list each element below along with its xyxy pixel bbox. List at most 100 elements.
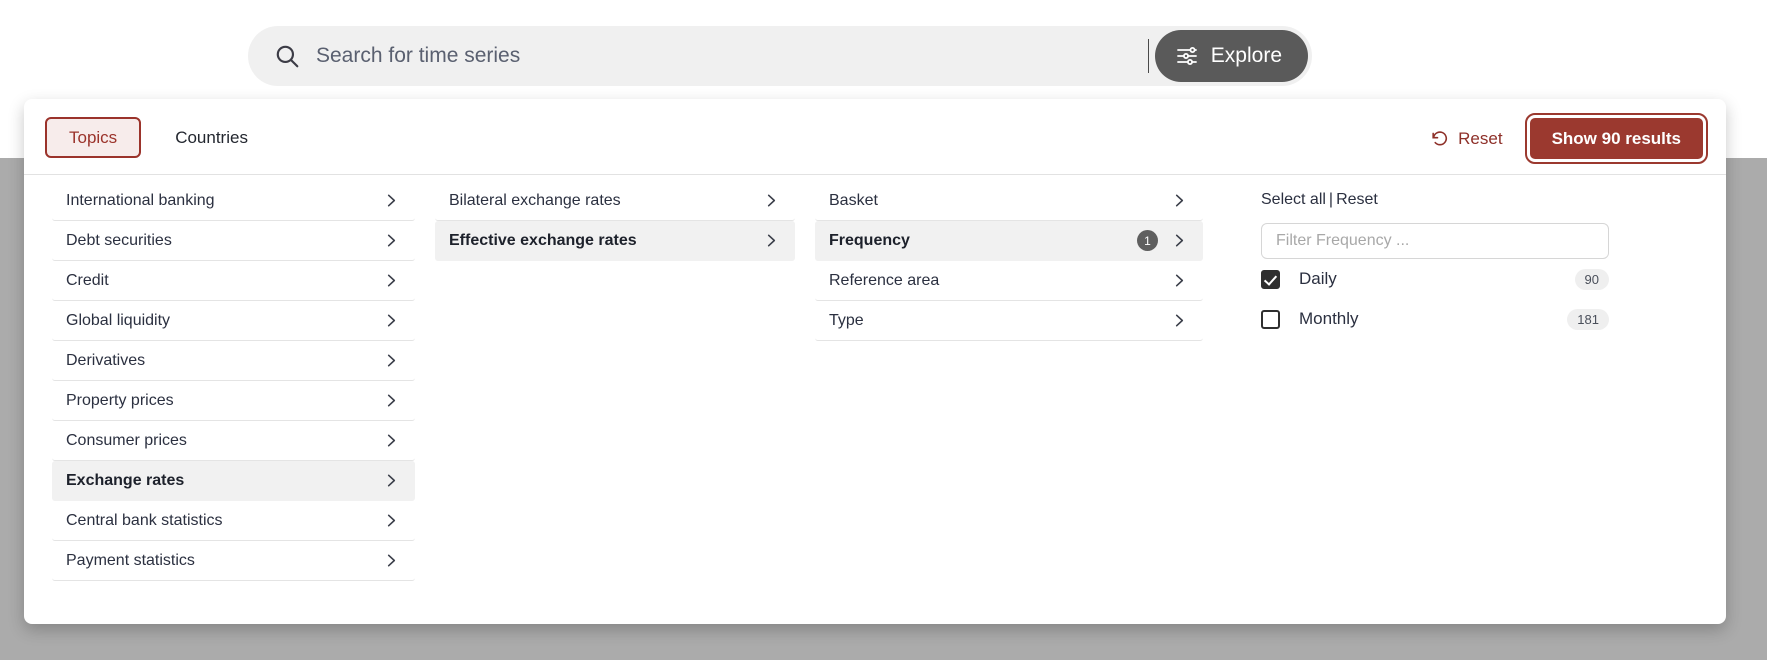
item-right bbox=[384, 393, 399, 408]
select-all-link[interactable]: Select all bbox=[1261, 191, 1326, 208]
item-label: Payment statistics bbox=[66, 551, 195, 569]
chevron-right-icon bbox=[384, 393, 399, 408]
subtopic-effective-exchange-rates[interactable]: Effective exchange rates bbox=[435, 221, 795, 261]
item-right bbox=[1172, 273, 1187, 288]
chevron-right-icon bbox=[384, 233, 399, 248]
item-label: Debt securities bbox=[66, 231, 172, 249]
item-label: Frequency bbox=[829, 231, 910, 249]
topic-property-prices[interactable]: Property prices bbox=[52, 381, 415, 421]
facet-values-column: Select all|Reset Daily 90 Monthly 181 bbox=[1209, 181, 1649, 581]
facet-option-label: Monthly bbox=[1299, 309, 1359, 328]
reset-button-label: Reset bbox=[1458, 128, 1503, 148]
topic-exchange-rates[interactable]: Exchange rates bbox=[52, 461, 415, 501]
topic-global-liquidity[interactable]: Global liquidity bbox=[52, 301, 415, 341]
sliders-icon bbox=[1175, 44, 1199, 68]
item-label: Exchange rates bbox=[66, 471, 185, 489]
facet-option-daily[interactable]: Daily 90 bbox=[1261, 259, 1609, 299]
facet-filter-input[interactable] bbox=[1261, 223, 1609, 259]
item-right bbox=[384, 513, 399, 528]
tab-topics[interactable]: Topics bbox=[45, 117, 142, 158]
chevron-right-icon bbox=[1172, 273, 1187, 288]
item-label: Type bbox=[829, 311, 864, 329]
item-label: Consumer prices bbox=[66, 431, 187, 449]
topic-payment-statistics[interactable]: Payment statistics bbox=[52, 541, 415, 581]
checkbox-unchecked-icon[interactable] bbox=[1261, 309, 1280, 329]
dimension-basket[interactable]: Basket bbox=[815, 181, 1203, 221]
item-label: Bilateral exchange rates bbox=[449, 191, 621, 209]
topic-credit[interactable]: Credit bbox=[52, 261, 415, 301]
item-label: Effective exchange rates bbox=[449, 231, 637, 249]
tab-countries[interactable]: Countries bbox=[151, 117, 272, 158]
chevron-right-icon bbox=[1172, 313, 1187, 328]
topics-column: International banking Debt securities Cr… bbox=[24, 181, 421, 581]
facet-separator: | bbox=[1328, 191, 1334, 208]
chevron-right-icon bbox=[384, 433, 399, 448]
chevron-right-icon bbox=[384, 353, 399, 368]
facet-columns: International banking Debt securities Cr… bbox=[24, 175, 1726, 581]
panel-header: Topics Countries Reset Show 90 results bbox=[24, 99, 1726, 175]
chevron-right-icon bbox=[764, 233, 779, 248]
topic-derivatives[interactable]: Derivatives bbox=[52, 341, 415, 381]
facet-option-monthly[interactable]: Monthly 181 bbox=[1261, 299, 1609, 339]
chevron-right-icon bbox=[384, 313, 399, 328]
selected-count-badge: 1 bbox=[1137, 230, 1158, 251]
dimension-type[interactable]: Type bbox=[815, 301, 1203, 341]
screen: Explore Topics Countries Reset bbox=[0, 0, 1767, 660]
topic-central-bank-statistics[interactable]: Central bank statistics bbox=[52, 501, 415, 541]
search-input[interactable] bbox=[316, 36, 1148, 76]
item-right: 1 bbox=[1137, 230, 1187, 251]
chevron-right-icon bbox=[764, 193, 779, 208]
item-right bbox=[384, 193, 399, 208]
facet-option-count: 90 bbox=[1574, 268, 1609, 290]
reset-button[interactable]: Reset bbox=[1426, 121, 1506, 157]
subtopics-column: Bilateral exchange rates Effective excha… bbox=[421, 181, 801, 581]
explore-button-label: Explore bbox=[1210, 44, 1282, 67]
undo-icon bbox=[1430, 129, 1449, 148]
facet-option-label: Daily bbox=[1299, 269, 1337, 288]
dimension-frequency[interactable]: Frequency 1 bbox=[815, 221, 1203, 261]
explore-button[interactable]: Explore bbox=[1154, 30, 1308, 82]
facet-reset-link[interactable]: Reset bbox=[1336, 191, 1378, 208]
item-right bbox=[764, 193, 779, 208]
item-label: Credit bbox=[66, 271, 109, 289]
topic-debt-securities[interactable]: Debt securities bbox=[52, 221, 415, 261]
search-bar: Explore bbox=[248, 26, 1312, 86]
search-icon bbox=[274, 43, 300, 69]
chevron-right-icon bbox=[384, 193, 399, 208]
chevron-right-icon bbox=[1172, 193, 1187, 208]
facet-actions: Select all | Reset bbox=[1261, 191, 1629, 209]
item-label: International banking bbox=[66, 191, 215, 209]
chevron-right-icon bbox=[384, 553, 399, 568]
dimension-reference-area[interactable]: Reference area bbox=[815, 261, 1203, 301]
item-right bbox=[384, 273, 399, 288]
chevron-right-icon bbox=[384, 473, 399, 488]
chevron-right-icon bbox=[384, 273, 399, 288]
item-right bbox=[384, 233, 399, 248]
checkbox-checked-icon[interactable] bbox=[1261, 269, 1280, 289]
show-results-button[interactable]: Show 90 results bbox=[1524, 113, 1709, 164]
subtopic-bilateral-exchange-rates[interactable]: Bilateral exchange rates bbox=[435, 181, 795, 221]
item-label: Central bank statistics bbox=[66, 511, 223, 529]
item-right bbox=[1172, 193, 1187, 208]
item-right bbox=[384, 353, 399, 368]
item-label: Property prices bbox=[66, 391, 174, 409]
topic-consumer-prices[interactable]: Consumer prices bbox=[52, 421, 415, 461]
panel-header-actions: Reset Show 90 results bbox=[1426, 113, 1709, 164]
item-right bbox=[384, 473, 399, 488]
dimensions-column: Basket Frequency 1 Reference area Type bbox=[801, 181, 1209, 581]
item-label: Derivatives bbox=[66, 351, 146, 369]
facet-option-count: 181 bbox=[1567, 308, 1609, 330]
topic-international-banking[interactable]: International banking bbox=[52, 181, 415, 221]
chevron-right-icon bbox=[1172, 233, 1187, 248]
item-label: Basket bbox=[829, 191, 878, 209]
item-right bbox=[384, 313, 399, 328]
item-label: Reference area bbox=[829, 271, 940, 289]
filter-panel: Topics Countries Reset Show 90 results I… bbox=[24, 99, 1726, 624]
item-right bbox=[384, 553, 399, 568]
item-right bbox=[384, 433, 399, 448]
item-right bbox=[764, 233, 779, 248]
item-label: Global liquidity bbox=[66, 311, 171, 329]
chevron-right-icon bbox=[384, 513, 399, 528]
search-divider bbox=[1147, 39, 1149, 73]
item-right bbox=[1172, 313, 1187, 328]
